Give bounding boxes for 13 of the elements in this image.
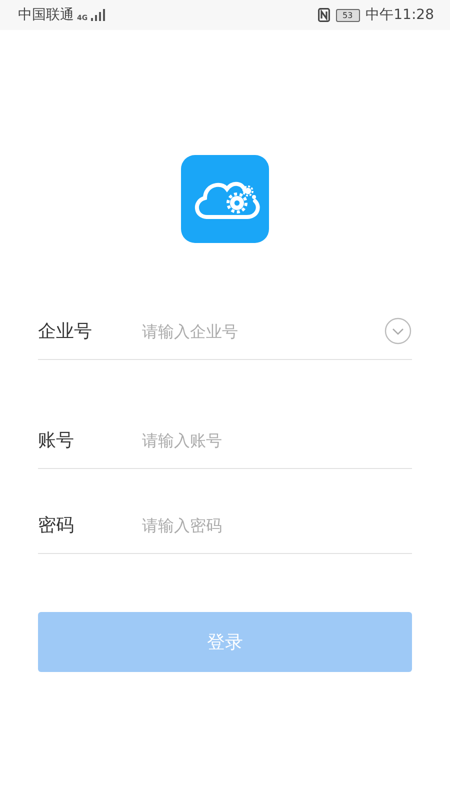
input-field[interactable]: 请输入企业号 — [142, 322, 376, 340]
clock: 中午11:28 — [366, 6, 434, 24]
signal-icon — [90, 9, 105, 21]
input-field[interactable]: 请输入密码 — [142, 516, 412, 534]
carrier-name: 中国联通 — [18, 6, 74, 24]
chevron-down-icon[interactable] — [384, 317, 412, 345]
battery-level: 53 — [342, 10, 353, 20]
field-label: 企业号 — [38, 320, 93, 343]
input-field[interactable]: 请输入账号 — [142, 430, 412, 450]
field-label: 密码 — [38, 514, 75, 537]
field-label: 账号 — [38, 429, 75, 452]
cloud-gear-logo-icon — [181, 155, 269, 243]
nfc-icon — [318, 8, 330, 22]
